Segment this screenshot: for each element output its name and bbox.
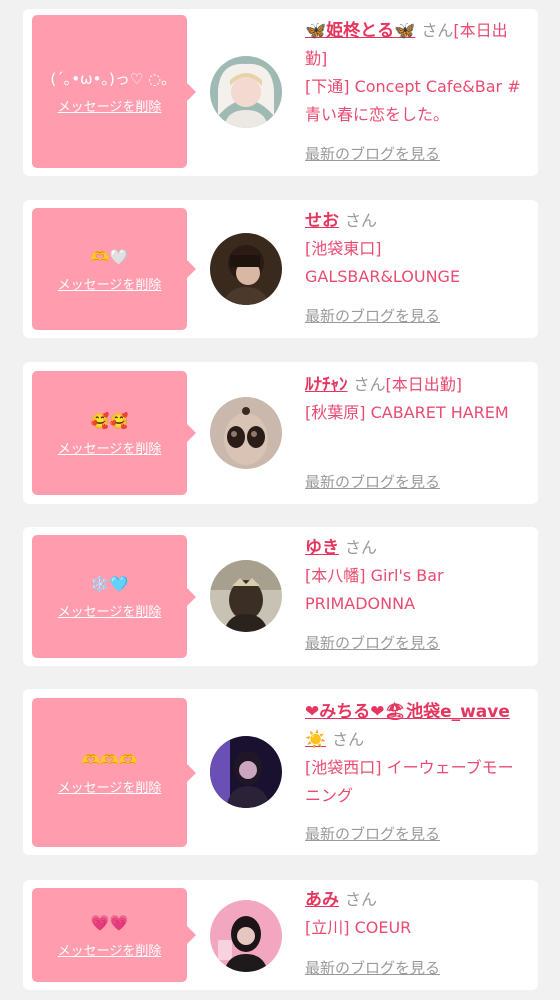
- honorific: さん: [345, 538, 378, 557]
- avatar-image: [210, 736, 282, 808]
- avatar[interactable]: [210, 233, 282, 305]
- message-bubble: 🫶🤍 メッセージを削除: [32, 208, 196, 330]
- delete-message-link[interactable]: メッセージを削除: [58, 274, 162, 293]
- shop-label: [池袋西口] イーウェーブモーニング: [305, 758, 514, 805]
- user-info: あみ さん [立川] COEUR: [305, 886, 527, 942]
- avatar-image: [210, 397, 282, 469]
- avatar[interactable]: [210, 56, 282, 128]
- user-info: 🦋姫柊とる🦋 さん[本日出勤] [下通] Concept Cafe&Bar #青い…: [305, 17, 527, 129]
- message-card: (´｡•ω•｡)っ♡ ◌｡ メッセージを削除 🦋姫柊とる🦋 さん[本日出勤] [下…: [23, 9, 538, 176]
- message-card: 💗💗 メッセージを削除 あみ さん [立川] COEUR 最新のブログを見る: [23, 880, 538, 990]
- user-name-link[interactable]: あみ: [305, 890, 339, 910]
- status-label: [本日出勤]: [385, 375, 463, 394]
- message-bubble: 💗💗 メッセージを削除: [32, 888, 196, 982]
- avatar[interactable]: [210, 560, 282, 632]
- honorific: さん: [332, 730, 365, 749]
- shop-label: [下通] Concept Cafe&Bar #青い春に恋をした。: [305, 77, 521, 124]
- delete-message-link[interactable]: メッセージを削除: [58, 777, 162, 796]
- user-name-link[interactable]: せお: [305, 211, 339, 231]
- honorific: さん: [421, 21, 454, 40]
- shop-label: [立川] COEUR: [305, 918, 412, 937]
- avatar[interactable]: [210, 736, 282, 808]
- avatar-image: [210, 56, 282, 128]
- user-info: ゆき さん [本八幡] Girl's Bar PRIMADONNA: [305, 534, 527, 618]
- avatar-image: [210, 900, 282, 972]
- message-bubble: ❄️🩵 メッセージを削除: [32, 535, 196, 658]
- message-text: (´｡•ω•｡)っ♡ ◌｡: [50, 70, 169, 88]
- message-text: 💗💗: [90, 913, 129, 932]
- message-bubble: 🫶🫶🫶 メッセージを削除: [32, 698, 196, 847]
- message-text: 🥰🥰: [90, 411, 129, 430]
- honorific: さん: [353, 375, 386, 394]
- user-info: せお さん [池袋東口] GALSBAR&LOUNGE: [305, 207, 527, 291]
- message-text: 🫶🤍: [90, 247, 129, 266]
- latest-blog-link[interactable]: 最新のブログを見る: [305, 632, 440, 653]
- latest-blog-link[interactable]: 最新のブログを見る: [305, 471, 440, 492]
- message-card: ❄️🩵 メッセージを削除 ゆき さん [本八幡] Girl's Bar PRIMA…: [23, 527, 538, 666]
- message-bubble: (´｡•ω•｡)っ♡ ◌｡ メッセージを削除: [32, 15, 196, 168]
- shop-label: [池袋東口] GALSBAR&LOUNGE: [305, 239, 461, 286]
- delete-message-link[interactable]: メッセージを削除: [58, 438, 162, 457]
- avatar[interactable]: [210, 900, 282, 972]
- user-info: ﾙﾅﾁｬﾝ さん[本日出勤] [秋葉原] CABARET HAREM: [305, 371, 527, 427]
- avatar-image: [210, 560, 282, 632]
- delete-message-link[interactable]: メッセージを削除: [58, 940, 162, 959]
- delete-message-link[interactable]: メッセージを削除: [58, 601, 162, 620]
- user-name-link[interactable]: ゆき: [305, 538, 339, 558]
- shop-label: [秋葉原] CABARET HAREM: [305, 403, 509, 422]
- message-bubble: 🥰🥰 メッセージを削除: [32, 371, 196, 495]
- avatar[interactable]: [210, 397, 282, 469]
- message-text: 🫶🫶🫶: [81, 751, 138, 769]
- honorific: さん: [345, 211, 378, 230]
- message-card: 🥰🥰 メッセージを削除 ﾙﾅﾁｬﾝ さん[本日出勤] [秋葉原] CABARET …: [23, 362, 538, 504]
- message-card: 🫶🤍 メッセージを削除 せお さん [池袋東口] GALSBAR&LOUNGE 最…: [23, 200, 538, 338]
- user-name-link[interactable]: ﾙﾅﾁｬﾝ: [305, 375, 348, 395]
- latest-blog-link[interactable]: 最新のブログを見る: [305, 305, 440, 326]
- delete-message-link[interactable]: メッセージを削除: [58, 96, 162, 115]
- avatar-image: [210, 233, 282, 305]
- message-card: 🫶🫶🫶 メッセージを削除 ❤みちる❤🏖池袋e_wave☀️ さん [池袋西口] イ…: [23, 689, 538, 855]
- user-info: ❤みちる❤🏖池袋e_wave☀️ さん [池袋西口] イーウェーブモーニング: [305, 698, 527, 810]
- message-text: ❄️🩵: [90, 575, 129, 593]
- shop-label: [本八幡] Girl's Bar PRIMADONNA: [305, 566, 444, 613]
- user-name-link[interactable]: 🦋姫柊とる🦋: [305, 21, 415, 41]
- honorific: さん: [345, 890, 378, 909]
- latest-blog-link[interactable]: 最新のブログを見る: [305, 823, 440, 844]
- latest-blog-link[interactable]: 最新のブログを見る: [305, 143, 440, 164]
- latest-blog-link[interactable]: 最新のブログを見る: [305, 957, 440, 978]
